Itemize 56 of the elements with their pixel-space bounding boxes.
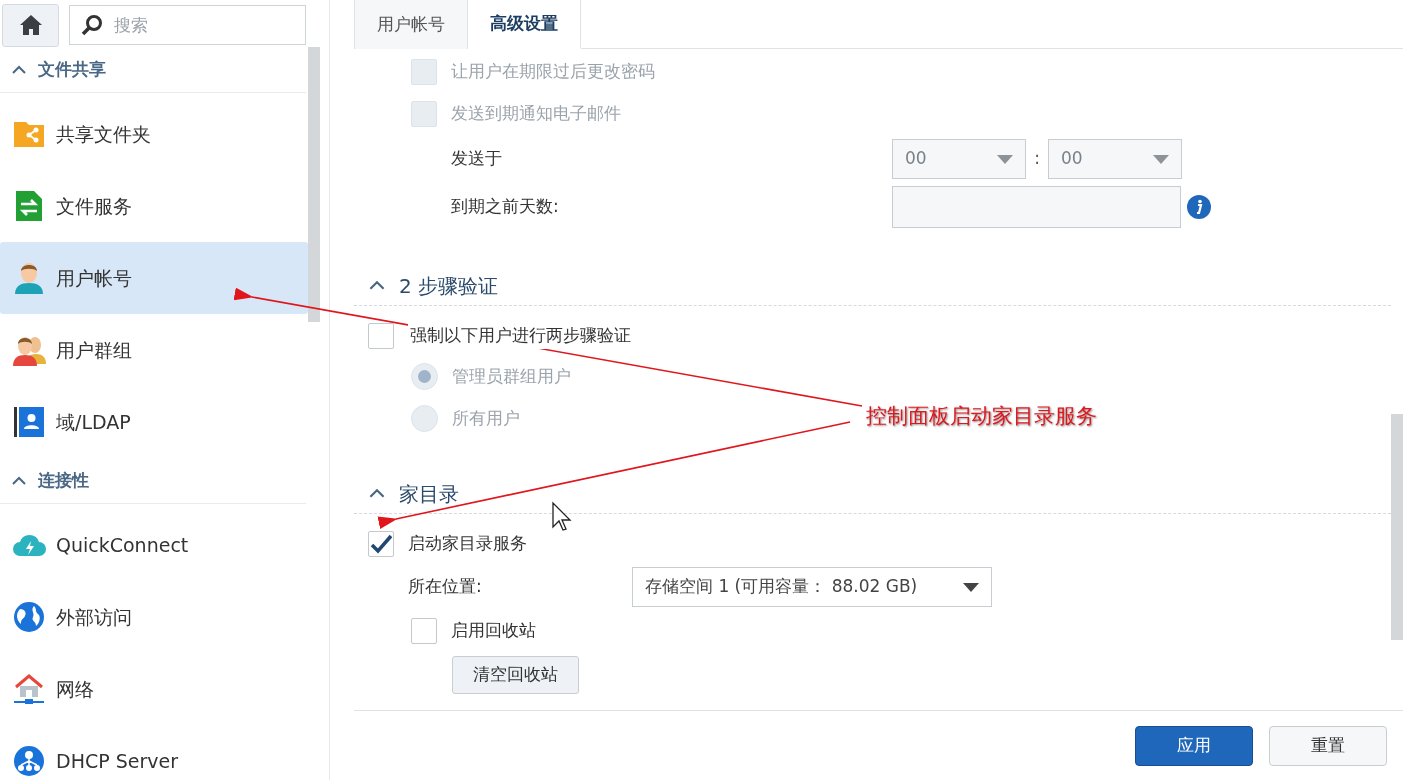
sidebar-item[interactable]: 外部访问 — [0, 581, 308, 653]
sidebar-group-title: 文件共享 — [38, 57, 106, 81]
caret-icon — [963, 582, 979, 592]
apply-button[interactable]: 应用 — [1135, 725, 1253, 766]
contact-book-icon — [12, 405, 46, 439]
sidebar-item[interactable]: QuickConnect — [0, 509, 308, 581]
checkbox-label: 让用户在期限过后更改密码 — [451, 60, 655, 84]
time-separator: : — [1033, 147, 1041, 171]
dropdown[interactable]: 00 — [892, 139, 1026, 179]
field-label: 所在位置: — [408, 575, 483, 599]
cursor-icon — [552, 501, 572, 531]
tab[interactable]: 用户帐号 — [354, 0, 468, 49]
sidebar-item[interactable]: 共享文件夹 — [0, 98, 308, 170]
scrollbar-thumb[interactable] — [1391, 414, 1403, 640]
caret-icon — [997, 154, 1013, 164]
collapse-icon[interactable] — [369, 488, 385, 499]
checkbox[interactable] — [368, 531, 394, 557]
field-label: 发送于 — [451, 147, 503, 171]
field-label: 到期之前天数: — [451, 195, 560, 219]
empty-recycle-bin-button[interactable]: 清空回收站 — [452, 656, 579, 694]
days-field[interactable] — [892, 186, 1181, 228]
checkbox-label: 发送到期通知电子邮件 — [451, 102, 621, 126]
radio-label: 管理员群组用户 — [452, 364, 571, 388]
sidebar-item[interactable]: 用户帐号 — [0, 242, 308, 314]
search-field[interactable]: 搜索 — [69, 5, 306, 45]
section-title: 2 步骤验证 — [399, 272, 499, 300]
home-button[interactable] — [2, 3, 59, 47]
tab[interactable]: 高级设置 — [468, 0, 581, 49]
info-icon — [1187, 195, 1211, 219]
sidebar-item[interactable]: 域/LDAP — [0, 386, 308, 458]
dropdown[interactable]: 存储空间 1 (可用容量： 88.02 GB) — [632, 567, 992, 607]
checkbox-label: 启动家目录服务 — [408, 532, 527, 556]
scrollbar-thumb[interactable] — [308, 47, 320, 322]
search-icon — [81, 14, 103, 36]
checkbox-label: 强制以下用户进行两步骤验证 — [408, 323, 633, 349]
checkbox[interactable] — [368, 323, 394, 349]
sidebar-item[interactable]: 用户群组 — [0, 314, 308, 386]
user-icon — [12, 261, 46, 295]
home-icon — [18, 14, 43, 36]
annotation-text: 控制面板启动家目录服务 — [866, 403, 1097, 430]
sidebar-group-title: 连接性 — [38, 468, 89, 492]
radio-label: 所有用户 — [452, 406, 520, 430]
dropdown[interactable]: 00 — [1048, 139, 1182, 179]
checkbox[interactable] — [411, 618, 437, 644]
globe-icon — [12, 600, 46, 634]
reset-button[interactable]: 重置 — [1269, 725, 1387, 766]
sidebar-item[interactable]: 文件服务 — [0, 170, 308, 242]
collapse-icon[interactable] — [12, 475, 26, 486]
collapse-icon[interactable] — [369, 280, 385, 291]
sidebar-item[interactable]: DHCP Server — [0, 725, 308, 780]
sidebar-item[interactable]: 网络 — [0, 653, 308, 725]
caret-icon — [1153, 154, 1169, 164]
house-network-icon — [12, 672, 46, 706]
checkbox-label: 启用回收站 — [451, 619, 536, 643]
collapse-icon[interactable] — [12, 64, 26, 75]
section-title: 家目录 — [399, 480, 459, 508]
